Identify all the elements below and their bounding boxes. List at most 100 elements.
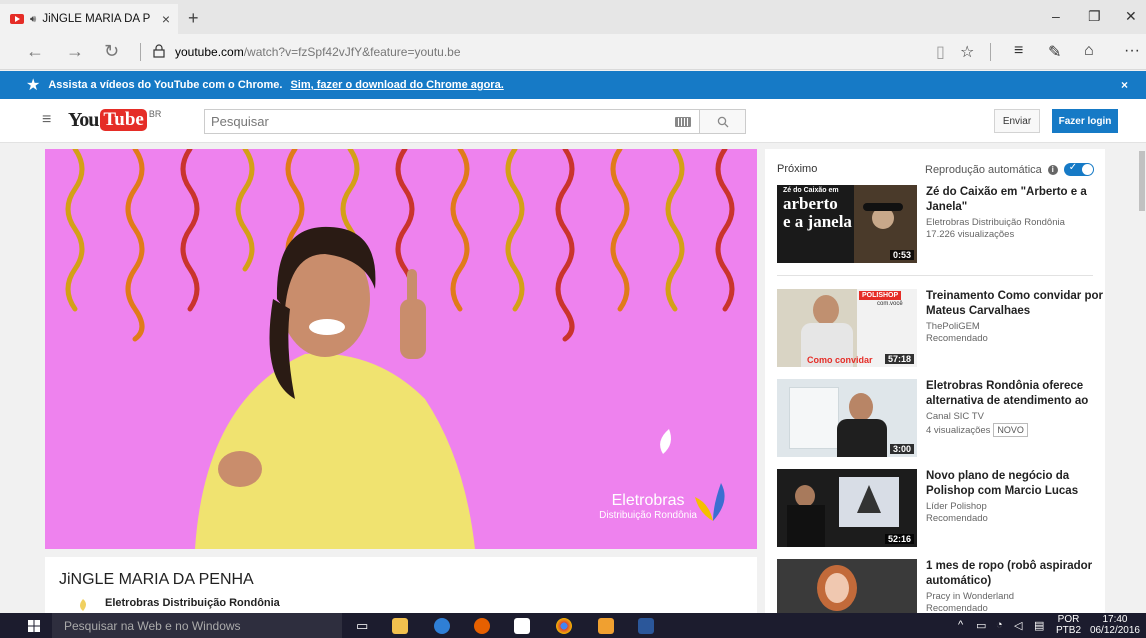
file-explorer-icon[interactable] [392,618,408,634]
refresh-icon[interactable]: ↻ [104,41,119,62]
related-video-title[interactable]: 1 mes de ropo (robô aspirador automático… [926,559,1106,589]
lock-icon [153,44,165,58]
channel-avatar[interactable] [75,597,91,613]
video-thumbnail[interactable]: 52:16 [777,469,917,547]
scrollbar-thumb[interactable] [1139,151,1145,211]
back-arrow-icon[interactable]: ← [26,41,44,62]
favorite-star-icon[interactable]: ☆ [960,42,974,62]
firefox-icon[interactable] [474,618,490,634]
tab-close-icon[interactable]: × [162,11,170,27]
hub-icon[interactable]: ≡ [1014,42,1023,60]
new-tab-button[interactable]: + [188,8,199,29]
youtube-masthead: ≡ You Tube BR Pesquisar Enviar Fazer log… [0,99,1146,143]
promo-download-link[interactable]: Sim, fazer o download do Chrome agora. [290,79,503,91]
logo-you: You [68,109,99,131]
divider [777,275,1093,276]
video-thumbnail[interactable]: POLISHOP com.você Como convidar 57:18 [777,289,917,367]
clock[interactable]: 17:40 06/12/2016 [1090,614,1140,636]
forward-arrow-icon[interactable]: → [66,41,84,62]
related-video-item[interactable]: POLISHOP com.você Como convidar 57:18 Tr… [777,289,1105,369]
video-title: JiNGLE MARIA DA PENHA [59,571,254,588]
login-button[interactable]: Fazer login [1052,109,1118,133]
clock-date: 06/12/2016 [1089,625,1140,636]
clock-time: 17:40 [1102,614,1128,625]
related-video-item[interactable]: 3:00 Eletrobras Rondônia oferece alterna… [777,379,1105,459]
minimize-button[interactable]: – [1052,8,1060,24]
channel-name-link[interactable]: Eletrobras Distribuição Rondônia [105,597,280,609]
video-player[interactable]: Eletrobras Distribuição Rondônia [45,149,757,549]
search-button[interactable] [700,109,746,134]
volume-icon[interactable]: ◁ [1014,619,1022,632]
player-watermark: Eletrobras Distribuição Rondônia [599,492,697,521]
views-count: 4 visualizações [926,425,991,436]
next-label: Próximo [777,163,818,175]
reading-view-icon[interactable]: ▯ [936,42,945,62]
task-view-icon[interactable]: ▭ [356,618,368,634]
guide-menu-icon[interactable]: ≡ [42,111,51,129]
related-video-item[interactable]: Zé do Caixão em arberto e a janela 0:53 … [777,185,1105,265]
url-host: youtube.com [175,45,244,59]
notification-icon[interactable]: ▤ [1034,619,1044,632]
related-video-meta: Recomendado [926,333,988,344]
web-note-icon[interactable]: ✎ [1048,42,1061,62]
autoplay-label: Reprodução automática [925,163,1042,176]
related-video-title[interactable]: Zé do Caixão em "Arberto e a Janela" [926,185,1106,215]
related-video-title[interactable]: Treinamento Como convidar por Mateus Car… [926,289,1106,319]
watermark-name: Eletrobras [611,492,685,509]
logo-tube: Tube [100,109,147,131]
related-video-channel: ThePoliGEM [926,321,980,332]
keyboard-layout: PTB2 [1056,625,1082,636]
info-icon[interactable]: i [1047,164,1058,175]
thumb-caption: Como convidar [807,355,873,365]
taskbar-search-input[interactable]: Pesquisar na Web e no Windows [52,613,342,638]
related-video-channel: Líder Polishop [926,501,987,512]
search-icon [717,116,728,127]
tab-title: JiNGLE MARIA DA P [42,13,151,25]
wifi-icon[interactable]: ◔ [996,619,1003,631]
store-icon[interactable] [514,618,530,634]
search-input[interactable]: Pesquisar [204,109,700,134]
tray-chevron-icon[interactable]: ^ [958,619,963,631]
chrome-icon[interactable] [556,618,572,634]
related-video-views: 4 visualizações NOVO [926,423,1028,437]
url-path: /watch?v=fzSpf42vJfY&feature=youtu.be [243,45,461,59]
close-window-button[interactable]: ✕ [1125,8,1137,25]
video-thumbnail[interactable]: Zé do Caixão em arberto e a janela 0:53 [777,185,917,263]
youtube-logo[interactable]: You Tube BR [68,109,161,132]
separator [990,43,991,61]
video-thumbnail[interactable]: 3:00 [777,379,917,457]
related-video-item[interactable]: 52:16 Novo plano de negócio da Polishop … [777,469,1105,549]
more-icon[interactable]: ··· [1124,42,1140,60]
youtube-favicon-icon [10,14,24,24]
windows-start-icon[interactable] [28,620,40,632]
word-icon[interactable] [638,618,654,634]
language-code: POR [1057,614,1080,625]
edge-icon[interactable] [434,618,450,634]
page-scrollbar[interactable] [1138,143,1146,613]
search-placeholder: Pesquisar [211,114,269,129]
thumb-caption-line2: e a janela [783,212,852,231]
autoplay-toggle[interactable] [1063,162,1094,176]
paint-icon[interactable] [598,618,614,634]
maximize-button[interactable]: ❐ [1088,8,1101,25]
related-video-title[interactable]: Eletrobras Rondônia oferece alternativa … [926,379,1106,409]
speaker-icon: 🔊︎ [30,13,37,25]
browser-tab[interactable]: 🔊︎ JiNGLE MARIA DA P × [0,4,178,34]
watch-sidebar: Próximo Reprodução automática i Zé do Ca… [765,149,1106,637]
windows-taskbar: Pesquisar na Web e no Windows ▭ ^ ▭ ◔ ◁ … [0,613,1146,638]
keyboard-icon[interactable] [675,117,691,127]
battery-icon[interactable]: ▭ [976,619,986,632]
thumb-caption-top: Zé do Caixão em [783,187,839,194]
thumb-caption-big: arberto e a janela [783,195,852,231]
url-field[interactable]: youtube.com/watch?v=fzSpf42vJfY&feature=… [175,45,461,59]
promo-close-icon[interactable]: × [1121,78,1128,92]
duration-badge: 57:18 [884,354,914,364]
related-video-title[interactable]: Novo plano de negócio da Polishop com Ma… [926,469,1106,499]
watermark-sub: Distribuição Rondônia [599,510,697,521]
language-indicator[interactable]: POR PTB2 [1056,614,1081,636]
star-icon: ★ [26,77,41,94]
upload-button[interactable]: Enviar [994,109,1040,133]
share-icon[interactable]: ⌂ [1084,42,1094,60]
screen: 🔊︎ JiNGLE MARIA DA P × + – ❐ ✕ ← → ↻ you… [0,0,1146,638]
thumb-caption-line1: arberto [783,194,838,213]
